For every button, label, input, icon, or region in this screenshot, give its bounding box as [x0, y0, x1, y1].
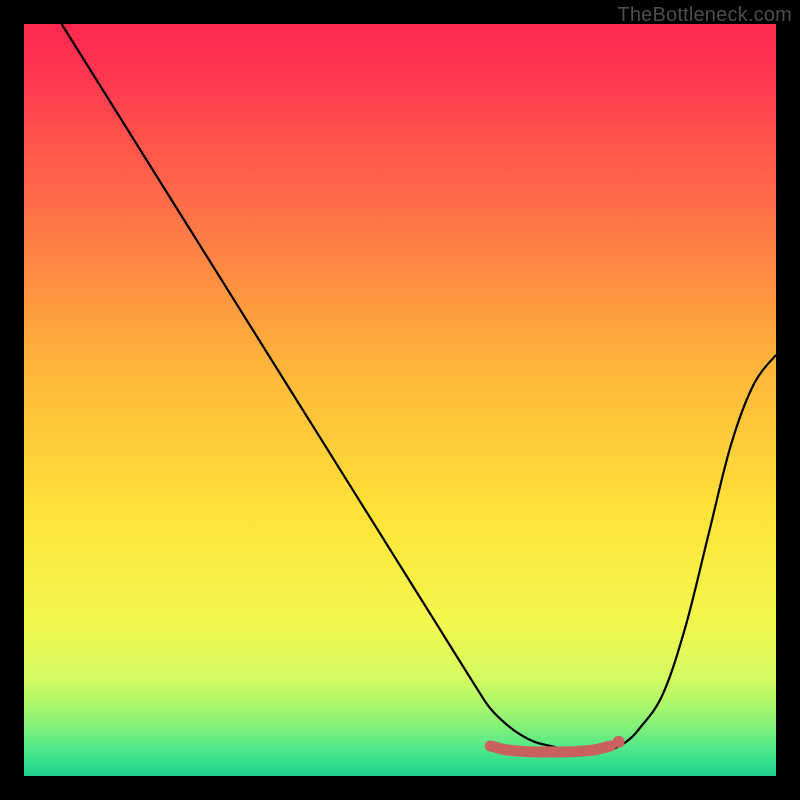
gradient-background	[24, 24, 776, 776]
chart-svg	[24, 24, 776, 776]
watermark-text: TheBottleneck.com	[617, 4, 792, 27]
chart-frame	[24, 24, 776, 776]
optimal-range-marker	[490, 746, 610, 752]
optimal-range-end-dot	[613, 736, 625, 748]
